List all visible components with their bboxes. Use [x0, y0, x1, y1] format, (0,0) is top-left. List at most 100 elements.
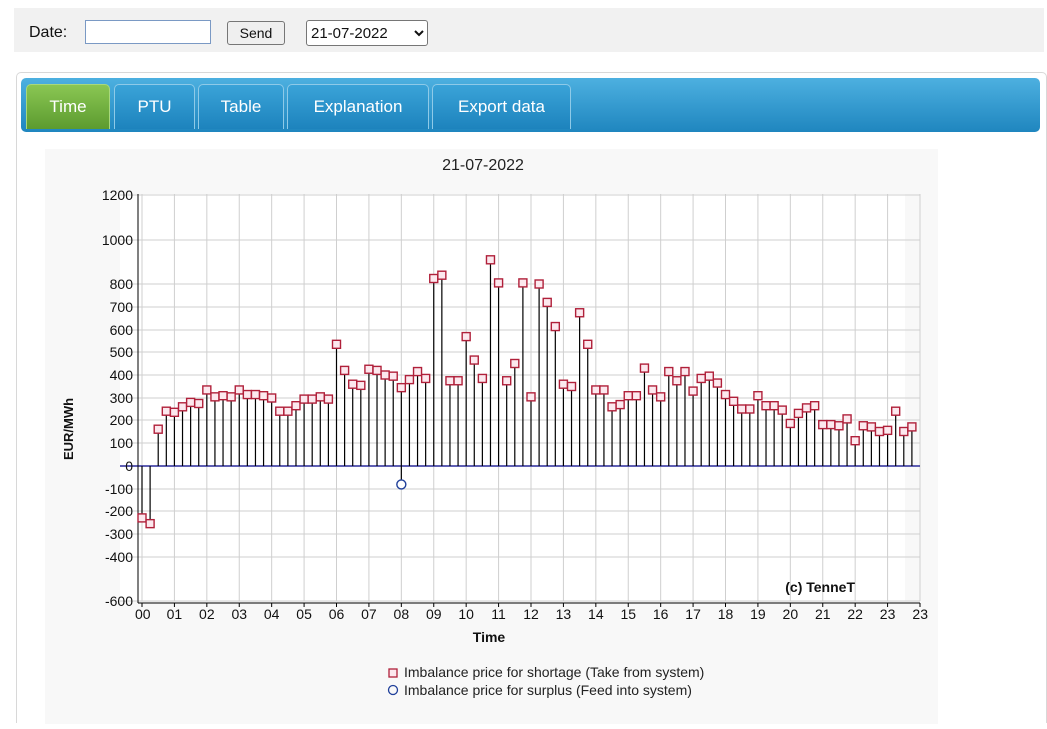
shortage-point — [826, 419, 836, 430]
date-label: Date: — [29, 24, 68, 41]
shortage-point — [307, 394, 317, 404]
shortage-point — [177, 402, 188, 412]
shortage-point — [275, 406, 285, 416]
shortage-point — [655, 392, 666, 402]
y-axis-label: EUR/MWh — [61, 398, 76, 460]
shortage-point — [356, 380, 366, 391]
shortage-point — [801, 403, 812, 413]
watermark: (c) TenneT — [785, 579, 855, 595]
shortage-point — [834, 421, 844, 431]
surplus-point — [396, 479, 407, 490]
tab-explanation[interactable]: Explanation — [287, 84, 429, 129]
shortage-point — [737, 404, 747, 414]
shortage-point — [558, 379, 569, 389]
shortage-point — [137, 513, 147, 523]
shortage-point — [566, 381, 577, 392]
y-tick-label: 600 — [110, 322, 134, 338]
shortage-point — [899, 426, 909, 437]
shortage-point — [842, 414, 852, 424]
shortage-point — [250, 389, 261, 400]
shortage-point — [769, 400, 779, 411]
shortage-point — [299, 394, 309, 404]
x-tick-label: 06 — [329, 606, 345, 622]
x-tick-label: 13 — [556, 606, 572, 622]
y-tick-label: -200 — [105, 503, 133, 519]
shortage-point — [477, 373, 488, 384]
shortage-point — [672, 376, 682, 386]
x-tick-label: 19 — [750, 606, 766, 622]
shortage-point — [607, 402, 617, 412]
imbalance-price-chart: -600-400-300-200-10001002003004005006007… — [61, 157, 928, 698]
x-tick-label: 03 — [231, 606, 247, 622]
legend-surplus-label: Imbalance price for surplus (Feed into s… — [404, 682, 692, 698]
shortage-point — [469, 355, 479, 365]
shortage-point — [331, 339, 342, 350]
tab-bar: Time PTU Table Explanation Export data — [21, 78, 1040, 132]
shortage-point — [323, 394, 334, 404]
shortage-point — [680, 366, 690, 377]
legend-surplus-marker — [387, 684, 399, 696]
x-tick-label: 23 — [880, 606, 896, 622]
y-tick-label: -600 — [105, 593, 133, 609]
x-tick-label: 12 — [523, 606, 539, 622]
y-tick-label: -300 — [105, 526, 133, 542]
x-tick-label: 21 — [815, 606, 831, 622]
shortage-point — [396, 382, 407, 393]
x-tick-label: 22 — [847, 606, 863, 622]
shortage-point — [291, 400, 301, 411]
shortage-point — [761, 400, 771, 411]
date-input[interactable] — [85, 20, 211, 44]
x-tick-label: 04 — [264, 606, 280, 622]
shortage-point — [809, 400, 820, 411]
shortage-point — [591, 385, 601, 395]
y-tick-label: 100 — [110, 435, 134, 451]
y-tick-label: -400 — [105, 549, 133, 565]
tab-ptu[interactable]: PTU — [114, 84, 195, 129]
y-tick-label: 500 — [110, 344, 134, 360]
shortage-point — [348, 379, 358, 389]
x-tick-label: 10 — [458, 606, 474, 622]
tab-time[interactable]: Time — [26, 84, 110, 129]
x-tick-label: 20 — [783, 606, 799, 622]
shortage-point — [258, 390, 269, 401]
shortage-point — [874, 426, 885, 437]
shortage-point — [380, 370, 390, 380]
y-tick-label: 800 — [110, 276, 134, 292]
shortage-point — [728, 396, 739, 407]
tab-export-data[interactable]: Export data — [432, 84, 571, 129]
shortage-point — [420, 373, 431, 384]
x-axis-label: Time — [473, 629, 506, 645]
shortage-point — [493, 278, 504, 288]
x-tick-label: 23 — [912, 606, 928, 622]
x-tick-label: 02 — [199, 606, 215, 622]
shortage-point — [858, 421, 868, 431]
y-tick-label: 700 — [110, 299, 134, 315]
y-tick-label: 1000 — [102, 232, 133, 248]
x-tick-labels: 00 01 02 03 04 05 06 07 08 09 10 11 12 13 14 15 16 17 18 19… — [135, 603, 928, 622]
shortage-point — [145, 518, 155, 529]
y-tick-label: 1200 — [102, 187, 133, 203]
shortage-point — [745, 404, 755, 414]
x-tick-label: 00 — [135, 606, 151, 622]
x-tick-label: 05 — [296, 606, 312, 622]
x-tick-label: 08 — [394, 606, 410, 622]
tab-table[interactable]: Table — [198, 84, 284, 129]
shortage-point — [907, 422, 917, 432]
x-tick-label: 07 — [361, 606, 377, 622]
shortage-point — [372, 365, 382, 376]
shortage-point — [185, 397, 196, 408]
shortage-point — [364, 364, 374, 374]
shortage-point — [218, 390, 228, 401]
shortage-point — [161, 406, 172, 416]
shortage-point — [169, 407, 180, 417]
shortage-point — [526, 392, 536, 402]
send-button[interactable]: Send — [227, 21, 285, 45]
shortage-point — [866, 422, 877, 432]
shortage-point — [696, 373, 706, 384]
shortage-point — [574, 308, 585, 318]
date-select[interactable]: 21-07-2022 — [306, 20, 428, 46]
shortage-point — [850, 436, 860, 446]
y-tick-label: -100 — [105, 481, 133, 497]
shortage-point — [339, 365, 350, 376]
shortage-point — [615, 399, 625, 410]
